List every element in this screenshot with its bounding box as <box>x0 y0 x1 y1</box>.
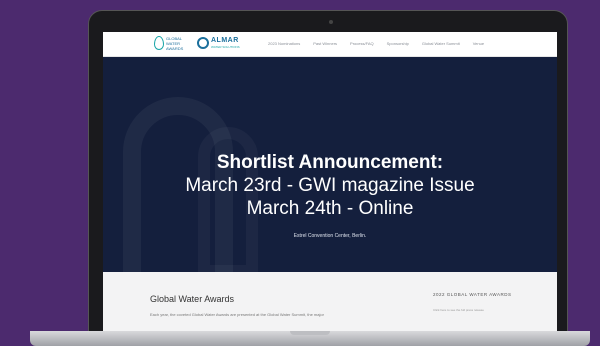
logo-almar-text: ALMAR <box>211 37 239 44</box>
logo-gwa-text: GLOBAL WATER AWARDS <box>166 36 184 51</box>
main-nav: 2023 Nominations Past Winners Process/FA… <box>268 41 484 46</box>
section-text: Each year, the coveted Global Water Awar… <box>150 312 324 317</box>
nav-item-venue[interactable]: Venue <box>473 41 484 46</box>
section-heading: Global Water Awards <box>150 294 235 304</box>
nav-item-sponsorship[interactable]: Sponsorship <box>387 41 409 46</box>
sidebar-heading: 2022 GLOBAL WATER AWARDS <box>433 292 512 297</box>
site-header: GLOBAL WATER AWARDS ALMAR WATER SOLUTION… <box>103 32 557 57</box>
global-water-awards-logo[interactable]: GLOBAL WATER AWARDS <box>154 35 194 53</box>
content-section: Global Water Awards Each year, the covet… <box>103 272 557 340</box>
webcam-icon <box>329 20 333 24</box>
hero-banner: Shortlist Announcement: March 23rd - GWI… <box>103 57 557 272</box>
nav-item-past-winners[interactable]: Past Winners <box>313 41 337 46</box>
hero-line-1: March 23rd - GWI magazine Issue <box>185 175 475 196</box>
logo-almar-sub: WATER SOLUTIONS <box>211 45 240 49</box>
nav-item-process-faq[interactable]: Process/FAQ <box>350 41 374 46</box>
hero-line-2: March 24th - Online <box>246 198 414 219</box>
nav-item-nominations[interactable]: 2023 Nominations <box>268 41 300 46</box>
hero-title: Shortlist Announcement: <box>216 152 444 173</box>
browser-screen: GLOBAL WATER AWARDS ALMAR WATER SOLUTION… <box>103 32 557 340</box>
almar-ring-icon <box>197 37 209 49</box>
almar-logo[interactable]: ALMAR WATER SOLUTIONS <box>197 35 243 53</box>
sidebar-link[interactable]: Click here to see the full press release <box>433 308 493 312</box>
nav-item-global-water-summit[interactable]: Global Water Summit <box>422 41 460 46</box>
water-drop-icon <box>154 36 164 50</box>
laptop-notch <box>290 331 330 335</box>
hero-venue: Estrel Convention Center, Berlin. <box>293 233 367 239</box>
